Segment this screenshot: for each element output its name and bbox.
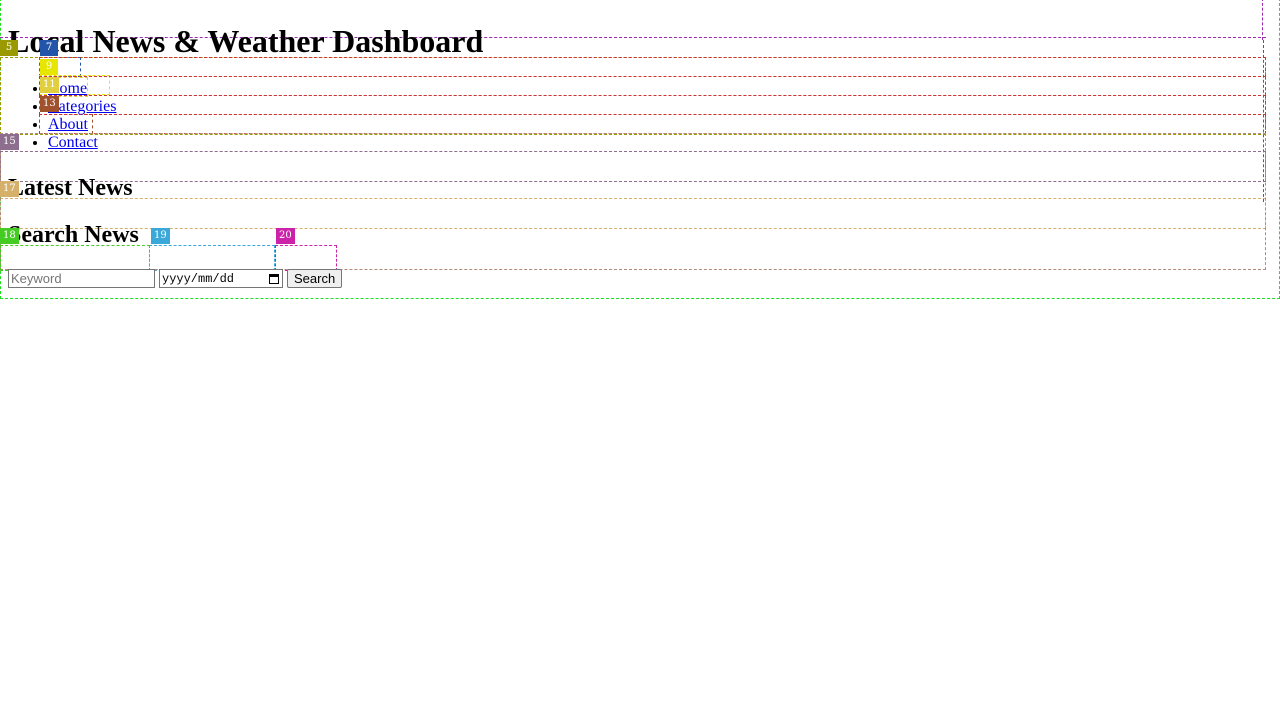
overlay-box-15	[0, 151, 1266, 182]
overlay-badge-19: 19	[151, 228, 170, 244]
overlay-box-20	[275, 245, 337, 271]
overlay-badge-17: 17	[0, 181, 19, 197]
overlay-box-19	[149, 245, 275, 271]
overlay-box-nav-row-4	[39, 114, 1266, 134]
overlay-box-17	[0, 198, 1266, 229]
nav-link-contact[interactable]: Contact	[48, 134, 98, 151]
overlay-box-right-purple	[1262, 0, 1266, 40]
keyword-input[interactable]	[8, 269, 155, 288]
nav-link-about[interactable]: About	[48, 116, 88, 133]
overlay-box-section	[0, 133, 1266, 270]
overlay-badge-13: 13	[40, 96, 59, 112]
overlay-box-5	[0, 57, 1266, 135]
date-input[interactable]: yyyy/mm/dd	[159, 269, 283, 288]
overlay-box-nav-row-2	[39, 76, 1266, 96]
overlay-badge-20: 20	[276, 228, 295, 244]
latest-news-heading: Latest News	[8, 175, 133, 201]
main-nav: Home Categories About Contact	[8, 80, 116, 152]
nav-item-about: About	[48, 116, 116, 134]
overlay-badge-7: 7	[40, 40, 58, 56]
date-placeholder: yyyy/mm/dd	[162, 271, 235, 286]
overlay-badge-5: 5	[0, 40, 18, 56]
overlay-box-right-green	[1263, 40, 1267, 202]
overlay-badge-11: 11	[40, 77, 59, 93]
overlay-badge-18: 18	[0, 228, 19, 244]
page-title: Local News & Weather Dashboard	[8, 23, 484, 59]
search-form: yyyy/mm/dd Search	[8, 269, 343, 288]
nav-item-contact: Contact	[48, 134, 116, 152]
calendar-icon[interactable]	[269, 273, 279, 284]
overlay-badge-9: 9	[40, 59, 58, 75]
overlay-badge-15: 15	[0, 134, 19, 150]
search-button[interactable]: Search	[287, 269, 343, 288]
search-news-heading: Search News	[8, 222, 139, 248]
overlay-box-nav-row-3	[39, 95, 1266, 115]
